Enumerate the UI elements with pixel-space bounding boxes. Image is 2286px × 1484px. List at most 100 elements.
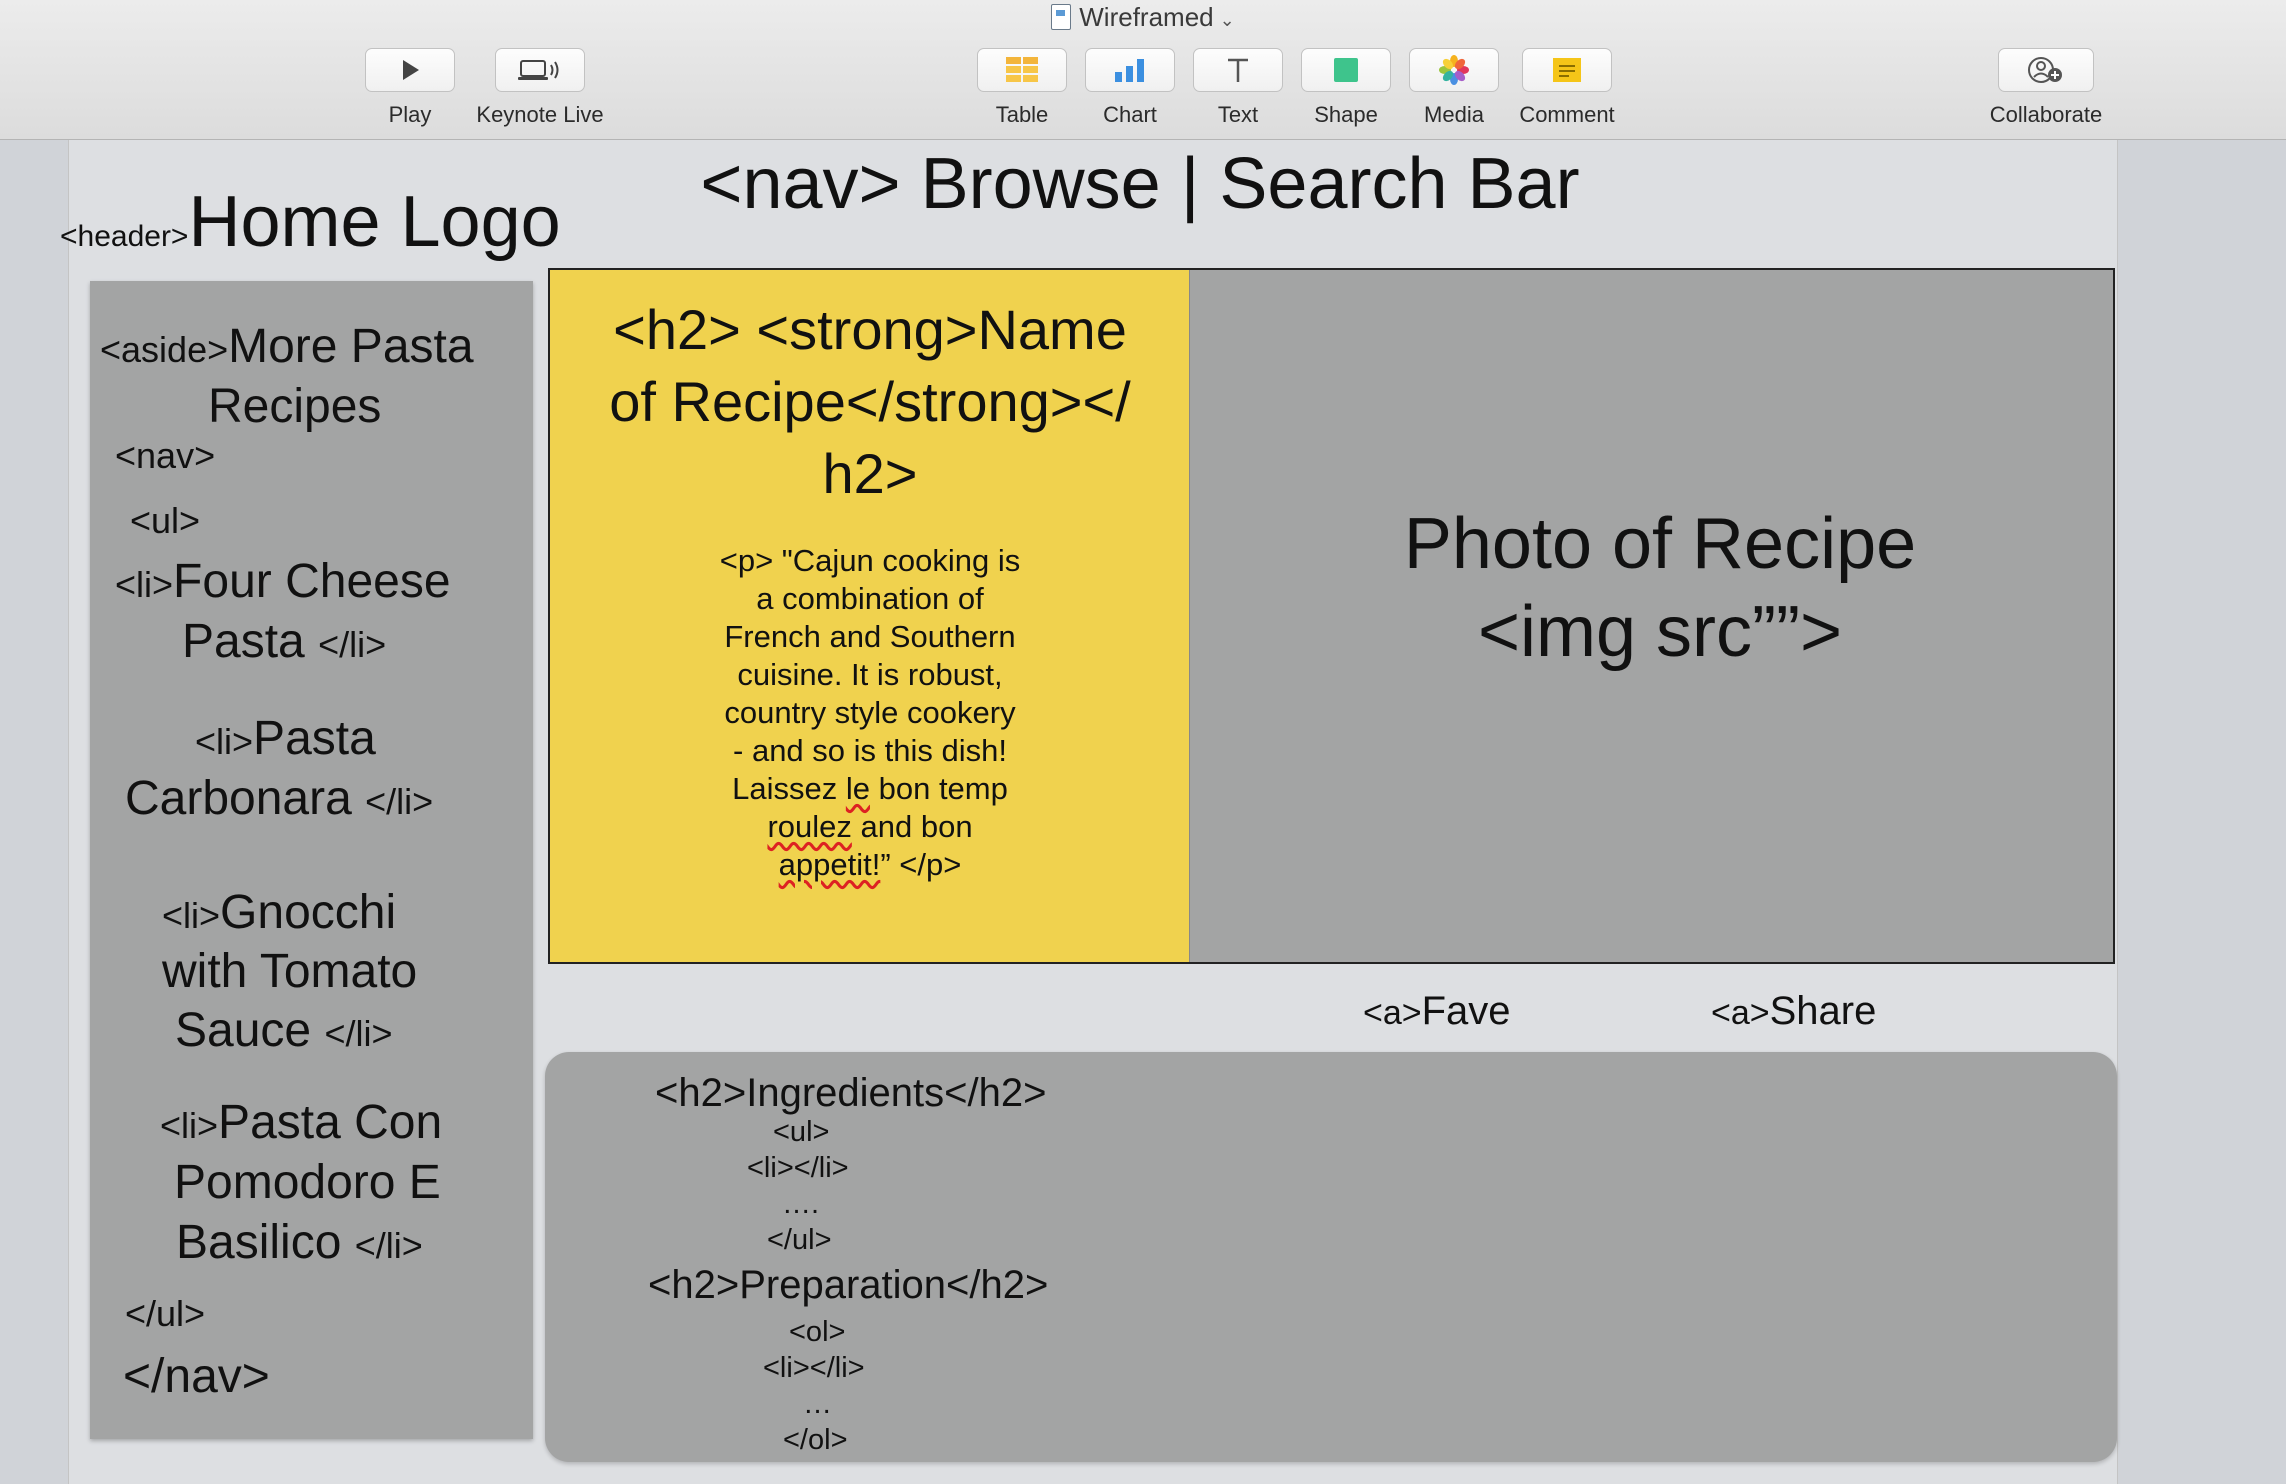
document-title-text: Wireframed bbox=[1079, 2, 1214, 32]
li-close-tag: </li> bbox=[324, 1013, 393, 1054]
collaborate-button[interactable] bbox=[1998, 48, 2094, 92]
aside-item-3-line2[interactable]: with Tomato bbox=[162, 942, 417, 1002]
aside-item-text: Pasta bbox=[182, 615, 305, 668]
chart-button[interactable] bbox=[1085, 48, 1175, 92]
fave-link[interactable]: <a>Fave bbox=[1363, 986, 1511, 1038]
a-tag: <a> bbox=[1363, 994, 1422, 1032]
desc-word: bon temp bbox=[878, 771, 1008, 806]
chevron-down-icon[interactable]: ⌄ bbox=[1220, 10, 1235, 30]
aside-ul-close: </ul> bbox=[125, 1281, 205, 1344]
li-close-tag: </li> bbox=[365, 781, 434, 822]
aside-item-1-line1[interactable]: <li>Four Cheese bbox=[115, 552, 451, 615]
aside-heading-text: More Pasta bbox=[228, 320, 474, 373]
ingredients-heading: <h2>Ingredients</h2> bbox=[655, 1071, 1047, 1115]
recipe-title: <h2> <strong>Name of Recipe</strong></ h… bbox=[570, 294, 1170, 510]
media-button[interactable] bbox=[1409, 48, 1499, 92]
aside-item-text: Gnocchi bbox=[220, 886, 397, 939]
aside-item-3-line3[interactable]: Sauce </li> bbox=[175, 1001, 393, 1064]
desc-word: ” </p> bbox=[880, 847, 962, 882]
play-button[interactable] bbox=[365, 48, 455, 92]
aside-item-text: Four Cheese bbox=[173, 555, 451, 608]
preparation-heading: <h2>Preparation</h2> bbox=[648, 1263, 1049, 1307]
ol-close: </ol> bbox=[783, 1424, 848, 1456]
desc-line: cuisine. It is robust, bbox=[737, 657, 1003, 692]
aside-item-text: Pomodoro E bbox=[174, 1156, 441, 1209]
text-icon bbox=[1228, 58, 1248, 82]
keynote-toolbar: Wireframed ⌄ Play Keynote Live Table Char… bbox=[0, 0, 2286, 140]
aside-tag: <aside> bbox=[100, 329, 229, 370]
aside-heading-line2: Recipes bbox=[208, 380, 382, 433]
photo-line: <img src””> bbox=[1477, 592, 1843, 672]
photo-line: Photo of Recipe bbox=[1403, 504, 1917, 584]
li-close-tag: </li> bbox=[354, 1225, 423, 1266]
ol-open: <ol> bbox=[789, 1316, 846, 1348]
play-icon bbox=[403, 60, 419, 80]
desc-line: Laissez le bon temp bbox=[690, 770, 1050, 808]
aside-item-text: Carbonara bbox=[125, 772, 352, 825]
recipe-title-line: <h2> <strong>Name bbox=[613, 298, 1127, 361]
desc-line: appetit!” </p> bbox=[690, 846, 1050, 884]
desc-line: - and so is this dish! bbox=[733, 733, 1007, 768]
li-tag: <li> bbox=[162, 895, 221, 936]
share-link[interactable]: <a>Share bbox=[1711, 986, 1876, 1038]
photos-icon bbox=[1439, 55, 1469, 85]
keynote-live-icon bbox=[518, 60, 559, 80]
aside-item-text: with Tomato bbox=[162, 945, 418, 998]
ul-open: <ul> bbox=[773, 1116, 830, 1148]
recipe-photo-placeholder: Photo of Recipe <img src””> bbox=[1210, 500, 2110, 676]
keynote-live-label: Keynote Live bbox=[476, 102, 604, 127]
misspelled-word: appetit! bbox=[778, 847, 881, 882]
aside-item-3-line1[interactable]: <li>Gnocchi bbox=[162, 883, 396, 946]
aside-ul-open: <ul> bbox=[130, 488, 200, 551]
li-tag: <li> bbox=[160, 1105, 219, 1146]
aside-panel[interactable]: <aside>More Pasta Recipes <nav> <ul> <li… bbox=[90, 281, 533, 1439]
document-title[interactable]: Wireframed ⌄ bbox=[0, 0, 2286, 34]
recipe-title-line: h2> bbox=[822, 442, 918, 505]
aside-item-4-line3[interactable]: Basilico </li> bbox=[176, 1213, 423, 1276]
hero-section[interactable]: <h2> <strong>Name of Recipe</strong></ h… bbox=[548, 268, 2115, 964]
li-tag: <li> bbox=[195, 721, 254, 762]
a-tag: <a> bbox=[1711, 994, 1770, 1032]
recipe-description: <p> "Cajun cooking is a combination of F… bbox=[690, 542, 1050, 884]
shape-button[interactable] bbox=[1301, 48, 1391, 92]
aside-item-text: Pasta Con bbox=[218, 1096, 443, 1149]
desc-line: a combination of bbox=[756, 581, 984, 616]
desc-line: roulez and bon bbox=[690, 808, 1050, 846]
aside-item-2-line1[interactable]: <li>Pasta bbox=[195, 709, 376, 772]
aside-item-4-line2[interactable]: Pomodoro E bbox=[174, 1153, 441, 1213]
ul-close: </ul> bbox=[767, 1224, 832, 1256]
aside-item-text: Pasta bbox=[253, 712, 376, 765]
recipe-card[interactable]: <h2> <strong>Name of Recipe</strong></ h… bbox=[550, 270, 1190, 962]
desc-line: <p> "Cajun cooking is bbox=[719, 543, 1021, 578]
misspelled-word: roulez bbox=[767, 809, 852, 844]
table-button[interactable] bbox=[977, 48, 1067, 92]
aside-nav-close: </nav> bbox=[123, 1350, 270, 1403]
ul-dots: …. bbox=[782, 1188, 820, 1220]
table-label: Table bbox=[995, 102, 1049, 127]
home-logo: Home Logo bbox=[188, 182, 561, 262]
aside-item-1-line2[interactable]: Pasta </li> bbox=[182, 612, 386, 675]
content-panel[interactable]: <h2>Ingredients</h2> <ul> <li></li> …. <… bbox=[545, 1052, 2117, 1462]
chart-label: Chart bbox=[1103, 102, 1157, 127]
share-label: Share bbox=[1769, 989, 1877, 1033]
aside-item-2-line2[interactable]: Carbonara </li> bbox=[125, 769, 433, 832]
play-label: Play bbox=[388, 102, 432, 127]
keynote-live-button[interactable] bbox=[495, 48, 585, 92]
aside-ul-open-text: <ul> bbox=[130, 500, 201, 541]
text-button[interactable] bbox=[1193, 48, 1283, 92]
comment-button[interactable] bbox=[1522, 48, 1612, 92]
misspelled-word: le bbox=[845, 771, 870, 806]
text-label: Text bbox=[1217, 102, 1259, 127]
aside-item-4-line1[interactable]: <li>Pasta Con bbox=[160, 1093, 442, 1156]
li-tag: <li> bbox=[115, 564, 174, 605]
collaborate-label: Collaborate bbox=[1989, 102, 2103, 127]
table-icon bbox=[1006, 57, 1038, 82]
desc-word: Laissez bbox=[732, 771, 838, 806]
aside-item-text: Basilico bbox=[176, 1216, 342, 1269]
desc-word: and bon bbox=[860, 809, 973, 844]
comment-label: Comment bbox=[1519, 102, 1615, 127]
li-close-tag: </li> bbox=[318, 624, 387, 665]
aside-nav-open: <nav> bbox=[115, 423, 215, 486]
comment-icon bbox=[1553, 58, 1581, 82]
ul-li: <li></li> bbox=[747, 1152, 849, 1184]
